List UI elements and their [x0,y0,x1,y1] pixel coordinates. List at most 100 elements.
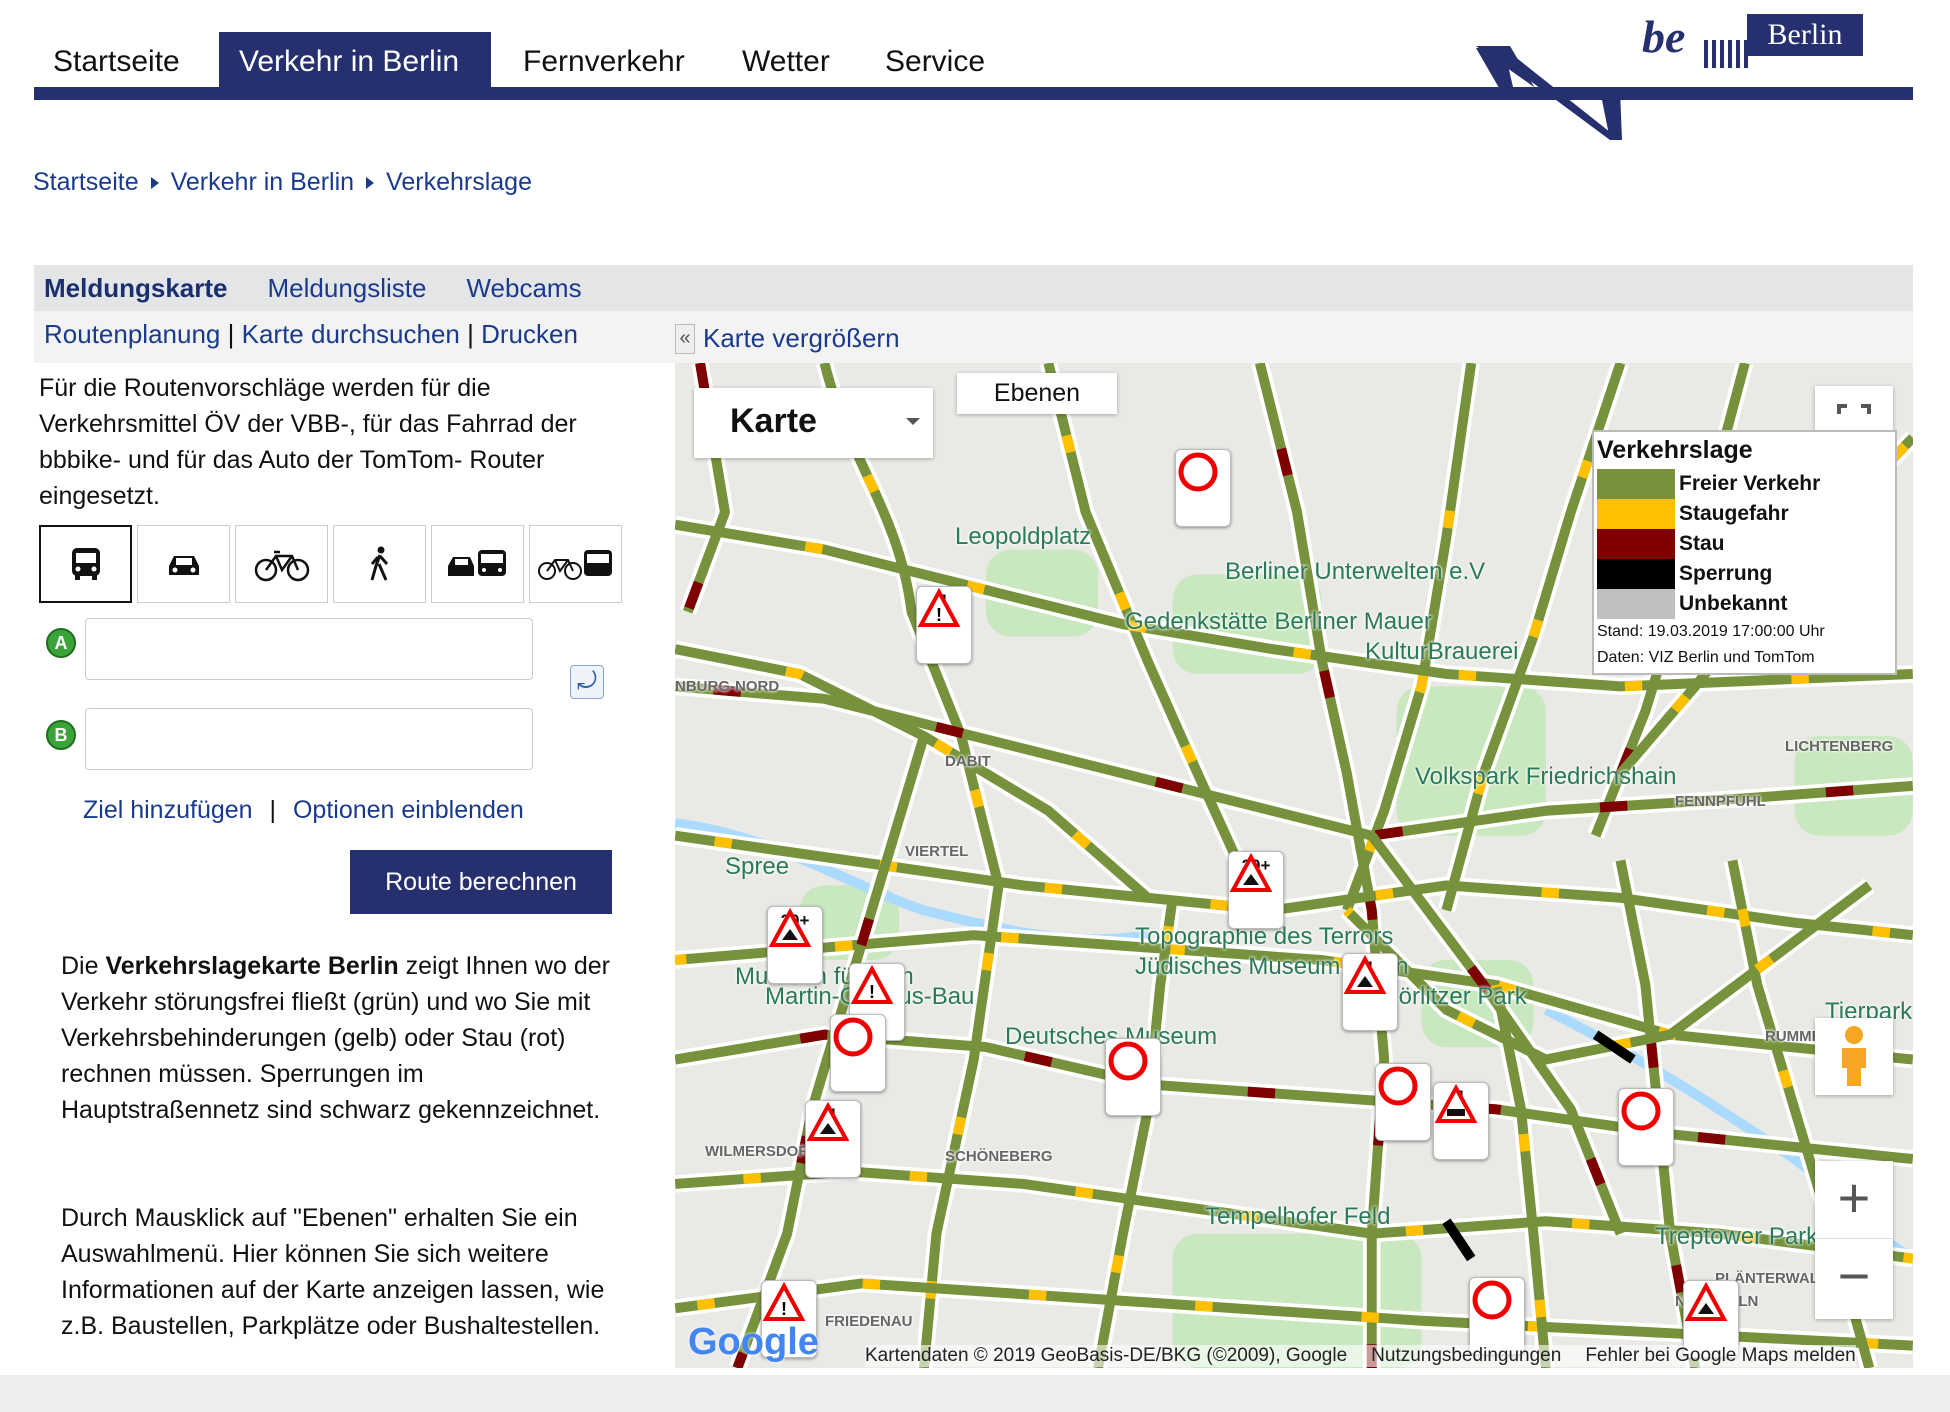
traffic-marker-closure[interactable]: 2 [1469,1277,1525,1355]
traffic-legend: Verkehrslage Freier Verkehr Staugefahr Sta… [1592,430,1897,675]
zoom-controls: + − [1815,1161,1893,1319]
legend-item: Freier Verkehr [1597,469,1892,499]
traffic-marker-roadworks[interactable]: 20+ [767,906,823,984]
nav-tab-startseite[interactable]: Startseite [33,32,200,88]
nav-tab-service[interactable]: Service [865,32,1005,88]
traffic-map[interactable]: Leopoldplatz Berliner Unterwelten e.V Gede… [675,363,1913,1368]
start-marker-a-icon: A [46,628,76,658]
map-place-label: Görlitzer Park [1380,983,1527,1010]
desc-bold: Verkehrslagekarte Berlin [105,952,399,980]
legend-item: Stau [1597,529,1892,559]
traffic-marker-jam[interactable]: 1 [1433,1082,1489,1160]
mode-bicycle-button[interactable] [235,525,328,603]
breadcrumb-arrow-icon [150,176,159,189]
legend-swatch [1597,499,1675,529]
add-destination-link[interactable]: Ziel hinzufügen [83,796,253,824]
legend-swatch [1597,469,1675,499]
traffic-marker-closure[interactable]: 6 [830,1014,886,1092]
tab-meldungsliste[interactable]: Meldungsliste [268,273,427,304]
traffic-marker-roadworks[interactable]: 1 [1342,953,1398,1031]
breadcrumb-startseite[interactable]: Startseite [33,168,139,197]
page-footer-strip [0,1375,1950,1412]
breadcrumb-verkehrslage[interactable]: Verkehrslage [386,168,532,197]
traffic-marker-closure[interactable]: 5 [1175,449,1231,527]
route-options-links: Ziel hinzufügen | Optionen einblenden [83,796,524,825]
map-place-label: Treptower Park [1655,1223,1819,1250]
traffic-marker-closure[interactable]: 3 [1618,1088,1674,1166]
warning-sign-icon: ! [762,1281,816,1321]
tab-meldungskarte[interactable]: Meldungskarte [44,273,228,304]
map-place-label: Tempelhofer Feld [1205,1203,1391,1230]
expand-map-link[interactable]: « Karte vergrößern [675,323,900,354]
map-place-label: Berliner Unterwelten e.V [1225,558,1486,585]
map-district-label: WILMERSDORF [705,1143,819,1160]
link-karte-durchsuchen[interactable]: Karte durchsuchen [242,319,460,349]
map-place-label: KulturBrauerei [1365,638,1519,665]
pedestrian-icon [370,546,388,581]
zoom-out-button[interactable]: − [1815,1239,1893,1317]
calculate-route-button[interactable]: Route berechnen [350,850,612,914]
sub-toolbar: Routenplanung | Karte durchsuchen | Druc… [34,311,1913,363]
zoom-in-button[interactable]: + [1815,1161,1893,1239]
traffic-marker-roadworks[interactable]: 1 [805,1100,861,1178]
traffic-marker-closure[interactable]: 2 [1105,1038,1161,1116]
report-error-link[interactable]: Fehler bei Google Maps melden [1585,1345,1855,1367]
double-chevron-left-icon: « [675,323,695,354]
logo-berlin-box: Berlin [1747,14,1863,56]
bus-icon [71,548,100,580]
destination-input[interactable] [85,708,533,770]
nav-tab-wetter[interactable]: Wetter [722,32,850,88]
attribution-text: Kartendaten © 2019 GeoBasis-DE/BKG (©200… [865,1345,1348,1366]
legend-label: Stau [1679,532,1725,555]
pegman-icon [1842,1026,1866,1086]
traffic-marker-closure[interactable]: 14 [1375,1063,1431,1141]
link-routenplanung[interactable]: Routenplanung [44,319,220,349]
svg-text:!: ! [781,1299,787,1319]
legend-source: Daten: VIZ Berlin und TomTom [1597,649,1815,666]
separator: | [269,796,277,824]
tab-webcams[interactable]: Webcams [466,273,581,304]
swap-route-icon[interactable]: ⤾ [570,665,604,699]
separator: | [467,319,474,349]
nav-tab-fernverkehr[interactable]: Fernverkehr [503,32,705,88]
map-type-select[interactable]: Karte [694,388,933,458]
legend-swatch [1597,559,1675,589]
mode-bus-button[interactable] [39,525,132,603]
legend-item: Unbekannt [1597,589,1892,619]
breadcrumb: Startseite Verkehr in Berlin Verkehrslag… [33,168,532,197]
separator: | [227,319,235,349]
link-drucken[interactable]: Drucken [481,319,578,349]
traffic-marker-warning[interactable]: !1 [916,586,972,664]
mode-car-button[interactable] [137,525,230,603]
street-view-pegman[interactable] [1815,1018,1893,1095]
bicycle-and-bus-icon [537,550,612,580]
legend-label: Staugefahr [1679,502,1789,525]
map-district-label: DABIT [945,753,991,770]
warning-sign-icon: ! [850,964,904,1004]
legend-item: Sperrung [1597,559,1892,589]
desc-text: Die [61,952,106,980]
route-intro-text: Für die Routenvorschläge werden für die … [39,374,577,510]
layers-button[interactable]: Ebenen [957,373,1117,414]
be-berlin-logo[interactable]: be Berlin [1642,10,1864,70]
show-options-link[interactable]: Optionen einblenden [293,796,524,824]
description-paragraph-1: Die Verkehrslagekarte Berlin zeigt Ihnen… [61,948,621,1128]
google-logo[interactable]: Google [688,1321,819,1364]
nav-tab-verkehr[interactable]: Verkehr in Berlin [219,32,491,88]
legend-item: Staugefahr [1597,499,1892,529]
map-district-label: SCHÖNEBERG [945,1148,1053,1165]
svg-text:!: ! [936,605,942,625]
map-place-label: Volkspark Friedrichshain [1415,763,1677,790]
expand-map-label[interactable]: Karte vergrößern [703,323,900,354]
map-district-label: LICHTENBERG [1785,738,1894,755]
legend-swatch [1597,529,1675,559]
start-input[interactable] [85,618,533,680]
traffic-marker-roadworks[interactable]: 20+ [1228,851,1284,929]
mode-walk-button[interactable] [333,525,426,603]
terms-link[interactable]: Nutzungsbedingungen [1371,1345,1561,1367]
map-place-label: Spree [725,853,790,880]
breadcrumb-verkehr[interactable]: Verkehr in Berlin [171,168,354,197]
mode-bicycle-bus-button[interactable] [529,525,622,603]
mode-car-bus-button[interactable] [431,525,524,603]
content-tabs: Meldungskarte Meldungsliste Webcams [34,265,1913,311]
